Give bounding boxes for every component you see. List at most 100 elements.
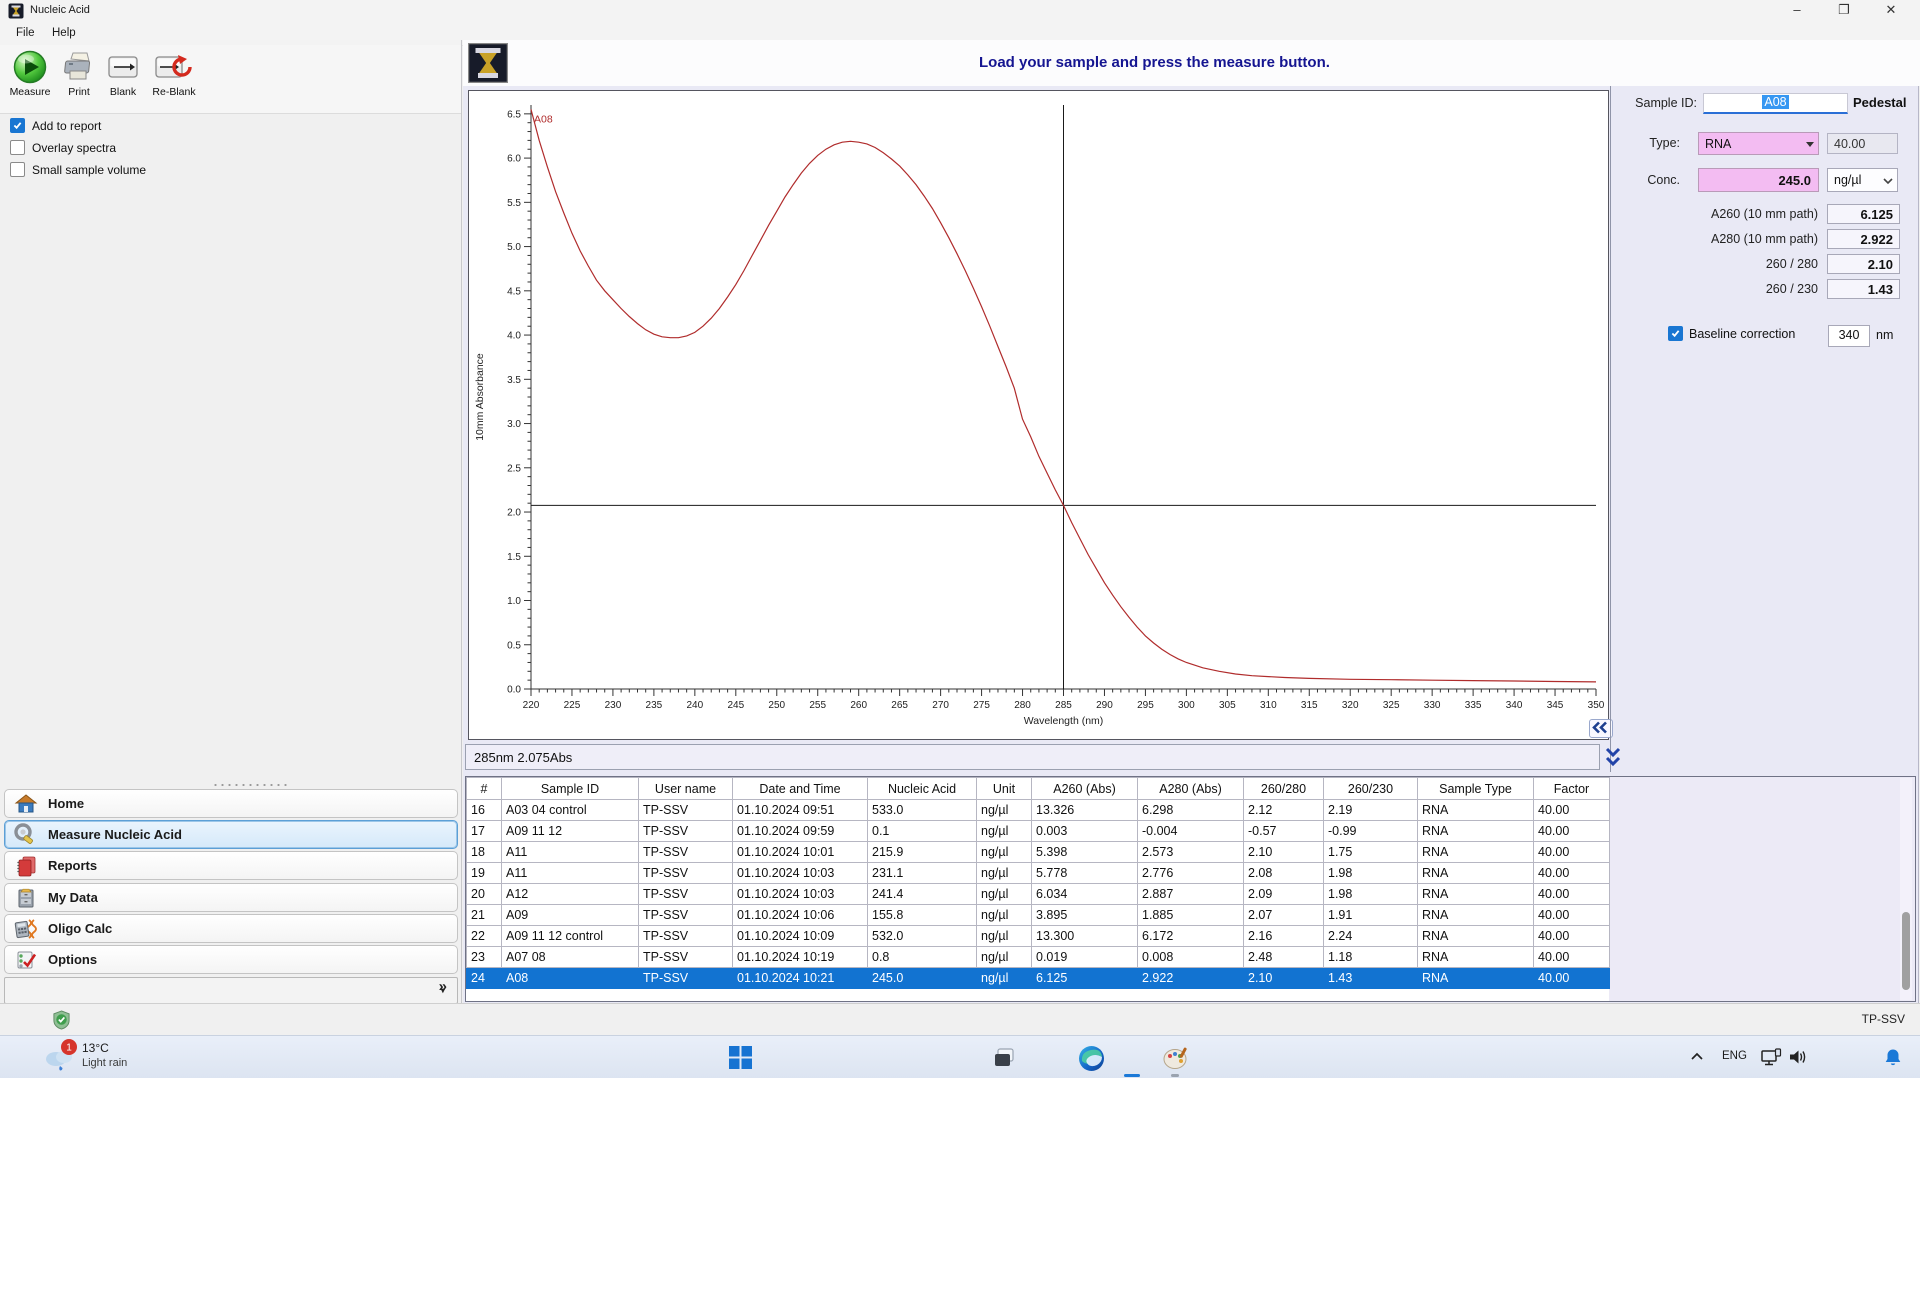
table-header-row: # Sample ID User name Date and Time Nucleic … — [466, 777, 1610, 800]
a280-value: 2.922 — [1827, 229, 1900, 249]
svg-text:5.0: 5.0 — [507, 242, 521, 253]
table-cell: 1.885 — [1137, 904, 1244, 926]
scrollbar-thumb[interactable] — [1902, 912, 1910, 990]
svg-text:3.5: 3.5 — [507, 375, 521, 386]
table-cell: 533.0 — [867, 799, 977, 821]
menu-file[interactable]: File — [12, 26, 39, 40]
svg-text:230: 230 — [605, 700, 622, 711]
weather-widget[interactable]: 1 13°C Light rain — [42, 1039, 202, 1076]
table-header-cell[interactable]: Unit — [976, 777, 1032, 800]
unit-select[interactable]: ng/µl — [1827, 168, 1898, 192]
table-row[interactable]: 16 A03 04 control TP-SSV 01.10.2024 09:51 53… — [466, 799, 1610, 821]
table-row[interactable]: 20 A12 TP-SSV 01.10.2024 10:03 241.4 ng/µl 6.0… — [466, 883, 1610, 905]
oligo-calculator-icon — [14, 918, 37, 939]
svg-text:250: 250 — [768, 700, 785, 711]
baseline-correction-checkbox[interactable]: Baseline correction — [1668, 326, 1795, 341]
svg-text:280: 280 — [1014, 700, 1031, 711]
start-button[interactable] — [728, 1045, 753, 1070]
table-row[interactable]: 18 A11 TP-SSV 01.10.2024 10:01 215.9 ng/µl 5.3… — [466, 841, 1610, 863]
conc-field[interactable]: 245.0 — [1698, 168, 1819, 192]
network-icon[interactable] — [1760, 1048, 1782, 1067]
checkbox-small-sample-volume[interactable]: Small sample volume — [10, 161, 146, 178]
table-header-cell[interactable]: Date and Time — [732, 777, 868, 800]
svg-text:6.5: 6.5 — [507, 109, 521, 120]
table-cell: TP-SSV — [638, 862, 733, 884]
instrument-icon — [468, 43, 508, 83]
table-header-cell[interactable]: Nucleic Acid — [867, 777, 977, 800]
minimize-button[interactable]: – — [1775, 0, 1819, 22]
sidebar-collapse-bar[interactable]: » ▾ — [4, 977, 458, 1004]
table-row[interactable]: 23 A07 08 TP-SSV 01.10.2024 10:19 0.8 ng/µl 0.… — [466, 946, 1610, 968]
sidebar-item-oligo-calc[interactable]: Oligo Calc — [4, 914, 458, 943]
table-cell: -0.57 — [1243, 820, 1324, 842]
table-header-cell[interactable]: Sample ID — [501, 777, 639, 800]
table-row[interactable]: 17 A09 11 12 TP-SSV 01.10.2024 09:59 0.1 ng/µ… — [466, 820, 1610, 842]
menu-help[interactable]: Help — [48, 26, 80, 40]
table-row[interactable]: 22 A09 11 12 control TP-SSV 01.10.2024 10:0… — [466, 925, 1610, 947]
measure-button[interactable]: Measure — [6, 49, 54, 98]
taskbar: 1 13°C Light rain Search ENG — [0, 1035, 1920, 1079]
table-cell: TP-SSV — [638, 820, 733, 842]
table-scrollbar[interactable] — [1900, 778, 1912, 1000]
table-cell: 01.10.2024 10:03 — [732, 862, 868, 884]
table-cell: 01.10.2024 10:03 — [732, 883, 868, 905]
svg-text:270: 270 — [932, 700, 949, 711]
table-cell: TP-SSV — [638, 946, 733, 968]
table-cell: 532.0 — [867, 925, 977, 947]
paint-icon[interactable] — [1162, 1045, 1189, 1072]
table-cell: 40.00 — [1533, 904, 1610, 926]
sidebar-item-options[interactable]: Options — [4, 945, 458, 974]
sidebar-item-my-data[interactable]: My Data — [4, 883, 458, 912]
blank-button[interactable]: Blank — [104, 49, 142, 98]
status-user: TP-SSV — [1861, 1012, 1905, 1026]
table-cell: 0.1 — [867, 820, 977, 842]
chevron-down-icon — [1806, 142, 1814, 147]
table-header-cell[interactable]: # — [466, 777, 502, 800]
baseline-wavelength-input[interactable]: 340 — [1828, 325, 1870, 347]
svg-text:320: 320 — [1342, 700, 1359, 711]
reblank-button[interactable]: Re-Blank — [148, 49, 200, 98]
sidebar-item-measure-nucleic-acid[interactable]: Measure Nucleic Acid — [4, 820, 458, 849]
volume-icon[interactable] — [1788, 1048, 1808, 1066]
edge-icon[interactable] — [1078, 1045, 1105, 1072]
table-header-cell[interactable]: 260/280 — [1243, 777, 1324, 800]
measure-icon — [13, 50, 47, 84]
svg-text:245: 245 — [727, 700, 744, 711]
ratio-260-230-label: 260 / 230 — [1765, 282, 1818, 296]
type-select[interactable]: RNA — [1698, 132, 1819, 155]
table-cell: TP-SSV — [638, 967, 733, 989]
table-header-cell[interactable]: A280 (Abs) — [1137, 777, 1244, 800]
checkbox-add-to-report[interactable]: Add to report — [10, 117, 101, 134]
table-header-cell[interactable]: Factor — [1533, 777, 1610, 800]
close-button[interactable]: ✕ — [1869, 0, 1913, 22]
svg-text:4.5: 4.5 — [507, 286, 521, 297]
sample-id-input[interactable]: A08 — [1703, 93, 1848, 114]
checkbox-overlay-spectra[interactable]: Overlay spectra — [10, 139, 116, 156]
table-row[interactable]: 24 A08 TP-SSV 01.10.2024 10:21 245.0 ng/µl 6.1… — [466, 967, 1610, 989]
table-row[interactable]: 21 A09 TP-SSV 01.10.2024 10:06 155.8 ng/µl 3.8… — [466, 904, 1610, 926]
spectrum-chart[interactable]: 220 225 230 235 240 245 250 255 260 265 270 275 280 2… — [468, 90, 1613, 740]
table-cell: 18 — [466, 841, 502, 863]
task-view-button[interactable] — [992, 1046, 1016, 1070]
table-header-cell[interactable]: Sample Type — [1417, 777, 1534, 800]
language-indicator[interactable]: ENG — [1722, 1050, 1747, 1062]
table-header-cell[interactable]: A260 (Abs) — [1031, 777, 1138, 800]
table-cell: 2.922 — [1137, 967, 1244, 989]
app-status-bar: TP-SSV — [0, 1003, 1920, 1036]
table-cell: 01.10.2024 10:21 — [732, 967, 868, 989]
svg-text:315: 315 — [1301, 700, 1318, 711]
collapse-readout-button[interactable] — [1603, 746, 1623, 770]
sidebar-item-home[interactable]: Home — [4, 789, 458, 818]
notification-bell-icon[interactable] — [1884, 1048, 1902, 1067]
table-header-cell[interactable]: User name — [638, 777, 733, 800]
splitter-handle[interactable] — [212, 783, 288, 787]
table-cell: 01.10.2024 09:59 — [732, 820, 868, 842]
print-button[interactable]: Print — [60, 49, 98, 98]
sidebar-item-reports[interactable]: Reports — [4, 851, 458, 880]
app-icon — [8, 3, 24, 19]
table-cell: 16 — [466, 799, 502, 821]
tray-chevron-up-icon[interactable] — [1690, 1051, 1704, 1063]
maximize-button[interactable]: ❐ — [1822, 0, 1866, 22]
table-header-cell[interactable]: 260/230 — [1323, 777, 1418, 800]
table-row[interactable]: 19 A11 TP-SSV 01.10.2024 10:03 231.1 ng/µl 5.7… — [466, 862, 1610, 884]
